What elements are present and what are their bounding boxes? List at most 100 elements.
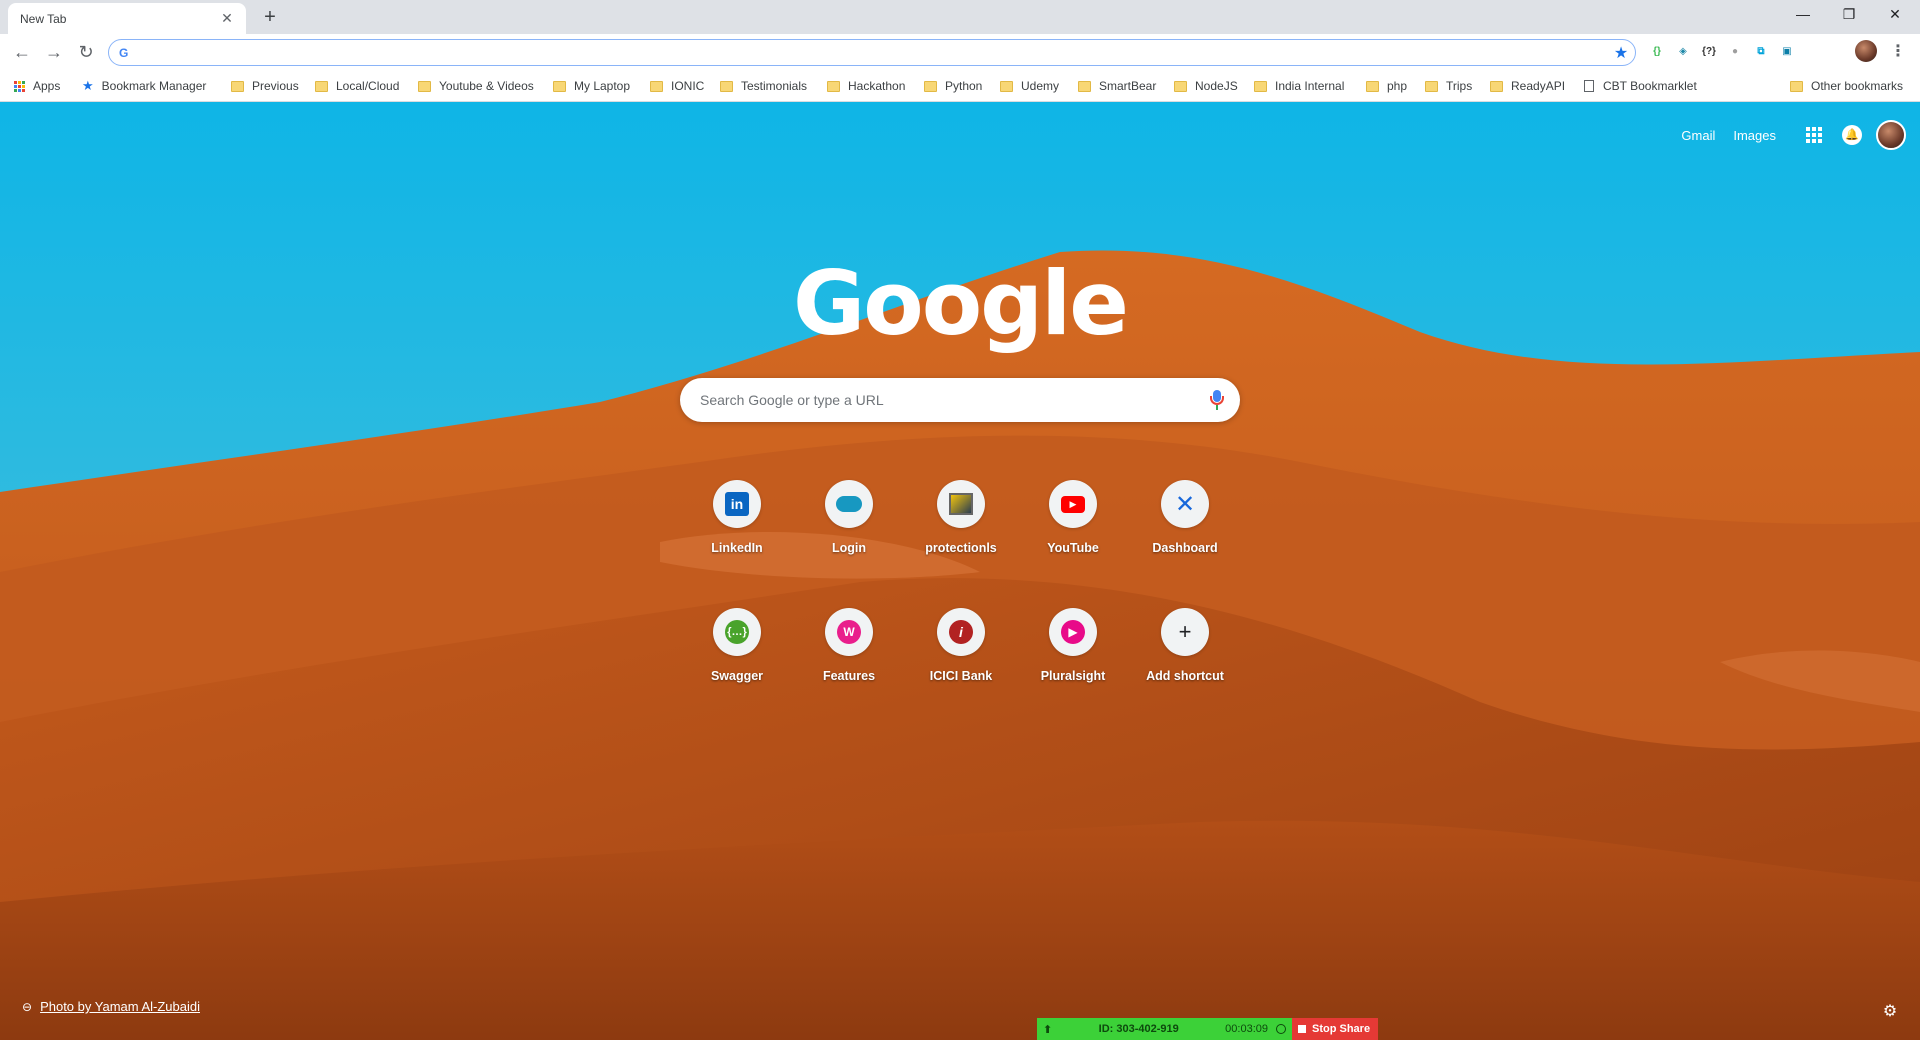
tab-strip: New Tab ✕ + — ❐ ✕ [0,0,1920,34]
apps-grid-icon[interactable] [1806,127,1822,143]
bookmark-label: ReadyAPI [1511,79,1566,93]
google-g-icon: G [119,45,129,60]
bookmark-trips[interactable]: Trips [1425,77,1472,95]
reload-button[interactable]: ↻ [74,40,98,64]
shortcut-tile[interactable]: ✕ Dashboard [1129,472,1241,584]
microphone-icon[interactable] [1210,390,1224,410]
bookmark-label: Apps [33,79,61,93]
bookmark-cbt-bookmarklet[interactable]: CBT Bookmarklet [1584,77,1697,95]
images-link[interactable]: Images [1733,128,1776,143]
shortcut-tile[interactable]: {…} Swagger [681,600,793,712]
top-links: Gmail Images 🔔 [1681,120,1920,150]
bookmark-udemy[interactable]: Udemy [1000,77,1059,95]
bookmark-bookmark-manager[interactable]: ★ Bookmark Manager [82,77,206,95]
bookmark-hackathon[interactable]: Hackathon [827,77,905,95]
capture-icon[interactable]: ⧉ [1751,42,1771,62]
bookmark-testimonials[interactable]: Testimonials [720,77,807,95]
gmail-link[interactable]: Gmail [1681,128,1715,143]
bookmark-my-laptop[interactable]: My Laptop [553,77,630,95]
shortcut-tile[interactable]: ▶ YouTube [1017,472,1129,584]
shortcut-tile[interactable]: in LinkedIn [681,472,793,584]
shortcut-label: Pluralsight [1040,669,1106,683]
bookmark-india-internal[interactable]: India Internal [1254,77,1344,95]
page-icon [1584,80,1594,92]
add-shortcut-button[interactable]: + Add shortcut [1129,600,1241,712]
other-bookmarks[interactable]: Other bookmarks [1790,77,1903,95]
folder-icon [1000,80,1013,92]
minimize-button[interactable]: — [1780,0,1826,30]
shortcut-label: LinkedIn [711,541,763,555]
shortcut-label: Features [822,669,876,683]
stop-share-button[interactable]: Stop Share [1292,1018,1378,1040]
bookmark-python[interactable]: Python [924,77,982,95]
menu-kebab-icon[interactable]: ⋮ [1888,42,1908,62]
folder-icon [231,80,244,92]
shortcut-label: Dashboard [1152,541,1218,555]
search-input[interactable] [700,392,1210,408]
share-status: ⬆ ID: 303-402-919 00:03:09 [1037,1018,1292,1040]
stop-square-icon [1298,1025,1306,1033]
json-viewer-icon[interactable]: {} [1647,42,1667,62]
customize-gear-icon[interactable]: ⚙ [1880,1002,1900,1022]
circle-grey-icon[interactable]: ● [1725,42,1745,62]
folder-icon [650,80,663,92]
bookmark-apps[interactable]: Apps [14,77,60,95]
forward-button[interactable]: → [42,40,66,64]
search-box[interactable] [680,378,1240,422]
address-bar-input[interactable] [135,44,1607,61]
bookmark-local-cloud[interactable]: Local/Cloud [315,77,399,95]
new-tab-button[interactable]: + [258,5,282,29]
bookmark-star-icon[interactable]: ★ [1607,43,1635,63]
stop-share-label: Stop Share [1312,1023,1371,1035]
tab-new-tab[interactable]: New Tab ✕ [8,3,246,34]
folder-icon [720,80,733,92]
restore-button[interactable]: ❐ [1826,0,1872,30]
youtube-icon: ▶ [1061,495,1085,513]
bookmark-label: Youtube & Videos [439,79,534,93]
bookmark-php[interactable]: php [1366,77,1407,95]
back-button[interactable]: ← [10,40,34,64]
bookmark-label: Python [945,79,983,93]
bookmark-smartbear[interactable]: SmartBear [1078,77,1156,95]
folder-icon [1490,80,1503,92]
apps-grid-icon [14,80,25,92]
shortcut-tile[interactable]: W Features [793,600,905,712]
bookmark-label: php [1387,79,1408,93]
window-close-button[interactable]: ✕ [1872,0,1918,30]
omnibox[interactable]: G ★ [108,39,1636,66]
pluralsight-icon: ▶ [1061,620,1085,644]
star-icon: ★ [82,78,94,93]
linkedin-icon: in [725,492,749,516]
new-tab-page: Gmail Images 🔔 Google in LinkedIn Login … [0,102,1920,1040]
shortcut-tile[interactable]: ▶ Pluralsight [1017,600,1129,712]
shortcut-tile[interactable]: protectionls [905,472,1017,584]
screen-icon[interactable]: ▣ [1777,42,1797,62]
bookmark-label: CBT Bookmarklet [1603,79,1697,93]
bookmark-nodejs[interactable]: NodeJS [1174,77,1238,95]
shortcut-label: Swagger [710,669,764,683]
bookmark-label: IONIC [671,79,705,93]
bookmark-youtube-videos[interactable]: Youtube & Videos [418,77,534,95]
arrow-up-icon: ⬆ [1043,1023,1053,1036]
extension-teal-icon[interactable]: ◈ [1673,42,1693,62]
bookmark-label: Testimonials [741,79,808,93]
bookmark-label: NodeJS [1195,79,1238,93]
notifications-bell-icon[interactable]: 🔔 [1842,125,1862,145]
folder-icon [827,80,840,92]
profile-avatar[interactable] [1855,40,1877,62]
plus-icon: + [1178,619,1192,644]
bookmark-readyapi[interactable]: ReadyAPI [1490,77,1565,95]
screen-share-bar: ⬆ ID: 303-402-919 00:03:09 Stop Share [1037,1018,1378,1040]
shortcut-tile[interactable]: i ICICI Bank [905,600,1017,712]
bookmark-previous[interactable]: Previous [231,77,299,95]
confluence-icon: ✕ [1174,490,1196,518]
photo-credit-link[interactable]: ⊖ Photo by Yamam Al-Zubaidi [22,999,200,1014]
bookmark-ionic[interactable]: IONIC [650,77,704,95]
account-avatar[interactable] [1876,120,1906,150]
braces-question-icon[interactable]: {?} [1699,42,1719,62]
shortcut-tile[interactable]: Login [793,472,905,584]
toolbar: ← → ↻ G ★ {} ◈ {?} ● ⧉ ▣ ⋮ [0,34,1920,70]
status-dot-icon [1276,1024,1286,1034]
bookmark-label: Previous [252,79,299,93]
tab-close-icon[interactable]: ✕ [218,10,236,27]
